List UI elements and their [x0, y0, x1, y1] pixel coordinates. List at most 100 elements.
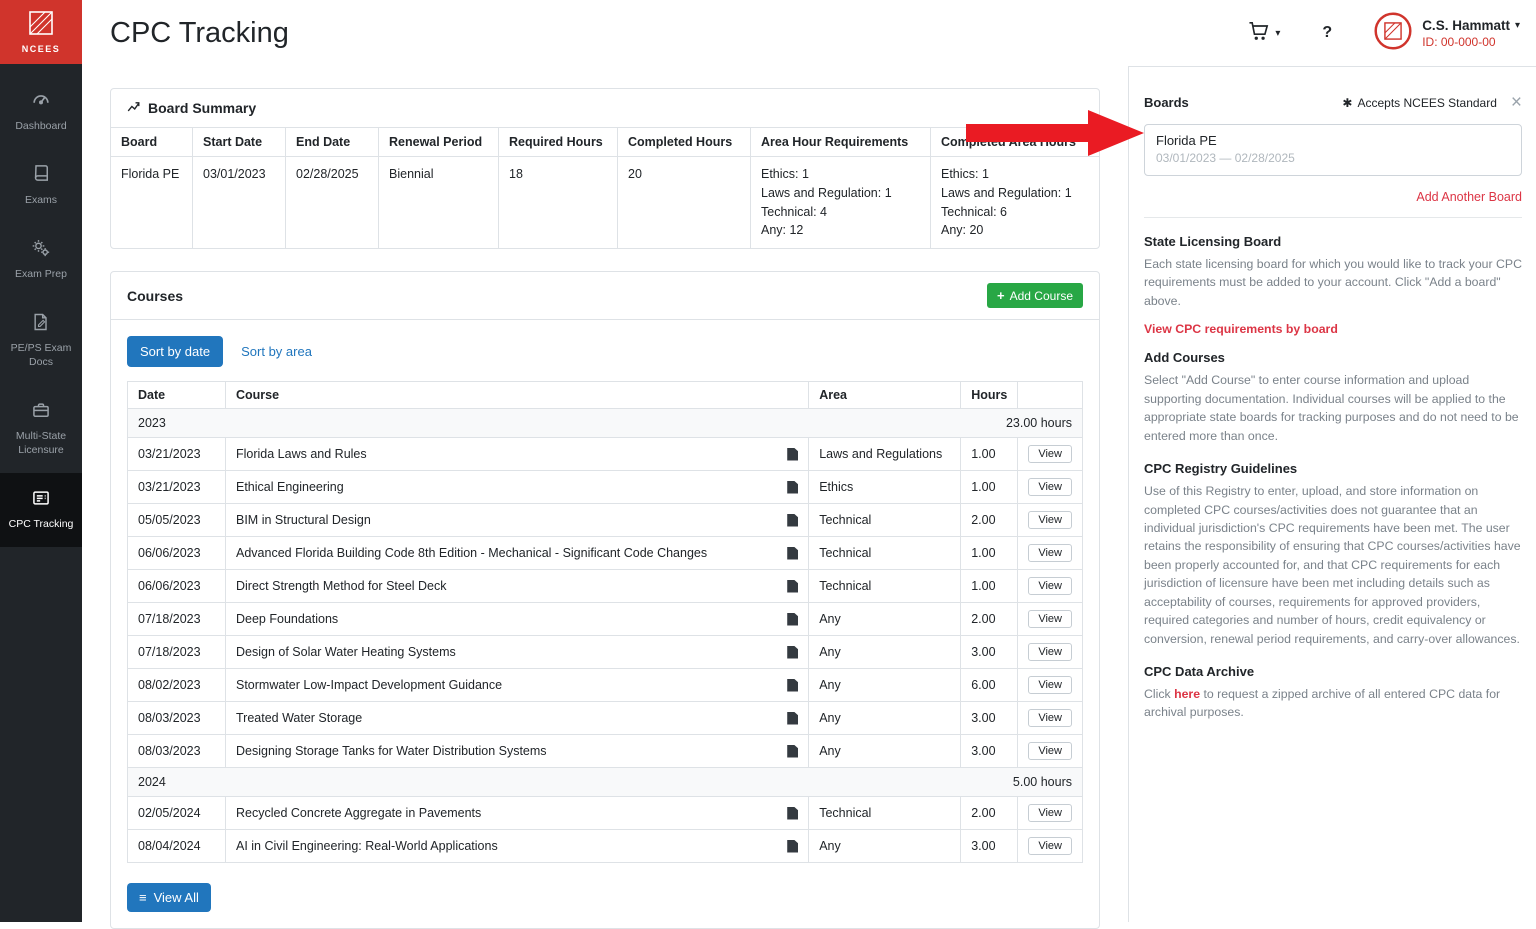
- board-summary-row: Florida PE 03/01/2023 02/28/2025 Biennia…: [111, 157, 1099, 248]
- document-icon: [787, 745, 798, 758]
- table-row: 06/06/2023 Direct Strength Method for St…: [128, 570, 1082, 603]
- boards-panel: Boards ✱ Accepts NCEES Standard × Florid…: [1128, 66, 1536, 922]
- cell-renewal-period: Biennial: [379, 157, 499, 248]
- page-title: CPC Tracking: [110, 17, 289, 50]
- column-header: Board: [111, 128, 193, 157]
- cell-required-hours: 18: [499, 157, 618, 248]
- help-button[interactable]: ?: [1318, 24, 1336, 42]
- cart-button[interactable]: ▾: [1248, 21, 1280, 46]
- briefcase-icon: [31, 400, 51, 425]
- sidebar-item-exams[interactable]: Exams: [0, 148, 82, 222]
- group-total-hours: 5.00 hours: [809, 768, 1082, 797]
- courses-card: Courses + Add Course Sort by date Sort b…: [110, 271, 1100, 929]
- caret-down-icon: ▾: [1275, 28, 1280, 39]
- year-group-row: 2024 5.00 hours: [128, 768, 1082, 797]
- top-header: CPC Tracking ▾ ?: [82, 0, 1536, 66]
- ncees-logo-text: NCEES: [22, 44, 61, 54]
- view-button[interactable]: View: [1028, 544, 1072, 562]
- document-icon: [787, 481, 798, 494]
- document-icon: [787, 712, 798, 725]
- add-another-board-link[interactable]: Add Another Board: [1144, 190, 1522, 204]
- list-icon: ≡: [139, 890, 147, 905]
- close-icon[interactable]: ×: [1511, 93, 1522, 112]
- board-card-florida-pe[interactable]: Florida PE 03/01/2023 — 02/28/2025: [1144, 124, 1522, 176]
- table-row: 07/18/2023 Deep Foundations Any 2.00 Vie…: [128, 603, 1082, 636]
- add-courses-text: Select "Add Course" to enter course info…: [1144, 371, 1522, 445]
- view-button[interactable]: View: [1028, 837, 1072, 855]
- sidebar-item-exam-prep[interactable]: Exam Prep: [0, 223, 82, 297]
- document-icon: [787, 613, 798, 626]
- view-button[interactable]: View: [1028, 709, 1072, 727]
- ncees-emblem-icon: [28, 10, 54, 41]
- view-button[interactable]: View: [1028, 742, 1072, 760]
- cpc-registry-guidelines-text: Use of this Registry to enter, upload, a…: [1144, 482, 1522, 648]
- exam-docs-icon: [31, 312, 51, 337]
- sort-by-area-link[interactable]: Sort by area: [241, 344, 312, 359]
- table-row: 08/03/2023 Designing Storage Tanks for W…: [128, 735, 1082, 768]
- sidebar-item-pe-ps-exam-docs[interactable]: PE/PS Exam Docs: [0, 297, 82, 385]
- board-summary-header: Board Summary: [111, 89, 1099, 128]
- sort-by-date-button[interactable]: Sort by date: [127, 336, 223, 367]
- group-total-hours: 23.00 hours: [809, 409, 1082, 438]
- view-button[interactable]: View: [1028, 643, 1072, 661]
- document-icon: [787, 448, 798, 461]
- archive-here-link[interactable]: here: [1174, 687, 1200, 701]
- view-button[interactable]: View: [1028, 511, 1072, 529]
- table-row: 08/04/2024 AI in Civil Engineering: Real…: [128, 830, 1082, 862]
- view-all-button[interactable]: ≡ View All: [127, 883, 211, 912]
- view-button[interactable]: View: [1028, 445, 1072, 463]
- view-button[interactable]: View: [1028, 804, 1072, 822]
- ncees-logo[interactable]: NCEES: [0, 0, 82, 64]
- sidebar-item-dashboard[interactable]: Dashboard: [0, 74, 82, 148]
- plus-icon: +: [997, 288, 1005, 303]
- group-year: 2024: [128, 768, 809, 797]
- avatar: [1374, 12, 1412, 55]
- column-header: Start Date: [193, 128, 286, 157]
- view-button[interactable]: View: [1028, 676, 1072, 694]
- column-header: Area Hour Requirements: [751, 128, 931, 157]
- caret-down-icon: ▾: [1515, 20, 1520, 31]
- board-summary-title: Board Summary: [148, 100, 256, 116]
- sidebar-item-cpc-tracking[interactable]: CPC Tracking: [0, 473, 82, 547]
- divider: [1144, 217, 1522, 218]
- cpc-data-archive-text: Click here to request a zipped archive o…: [1144, 685, 1522, 722]
- view-button[interactable]: View: [1028, 478, 1072, 496]
- courses-header: Courses + Add Course: [111, 272, 1099, 320]
- state-licensing-board-heading: State Licensing Board: [1144, 234, 1522, 249]
- sidebar-nav: Dashboard Exams Exam Prep: [0, 64, 82, 547]
- table-row: 02/05/2024 Recycled Concrete Aggregate i…: [128, 797, 1082, 830]
- table-row: 03/21/2023 Florida Laws and Rules Laws a…: [128, 438, 1082, 471]
- user-menu[interactable]: C.S. Hammatt ▾ ID: 00-000-00: [1374, 12, 1520, 55]
- user-id: ID: 00-000-00: [1422, 35, 1520, 49]
- sidebar-item-multi-state-licensure[interactable]: Multi-State Licensure: [0, 385, 82, 473]
- courses-title: Courses: [127, 288, 183, 304]
- document-icon: [787, 646, 798, 659]
- column-header: Renewal Period: [379, 128, 499, 157]
- view-button[interactable]: View: [1028, 577, 1072, 595]
- dashboard-icon: [31, 89, 51, 114]
- cell-area-requirements: Ethics: 1 Laws and Regulation: 1 Technic…: [751, 157, 931, 248]
- column-header: Required Hours: [499, 128, 618, 157]
- column-header: Course: [226, 382, 809, 409]
- table-row: 05/05/2023 BIM in Structural Design Tech…: [128, 504, 1082, 537]
- group-year: 2023: [128, 409, 809, 438]
- column-header-empty: [1018, 382, 1082, 409]
- table-row: 06/06/2023 Advanced Florida Building Cod…: [128, 537, 1082, 570]
- table-row: 08/02/2023 Stormwater Low-Impact Develop…: [128, 669, 1082, 702]
- column-header: Hours: [961, 382, 1018, 409]
- cell-completed-area-hours: Ethics: 1 Laws and Regulation: 1 Technic…: [931, 157, 1099, 248]
- column-header: Date: [128, 382, 226, 409]
- boards-panel-title: Boards: [1144, 95, 1189, 110]
- cell-end-date: 02/28/2025: [286, 157, 379, 248]
- cell-completed-hours: 20: [618, 157, 751, 248]
- column-header: Completed Hours: [618, 128, 751, 157]
- table-row: 03/21/2023 Ethical Engineering Ethics 1.…: [128, 471, 1082, 504]
- column-header: End Date: [286, 128, 379, 157]
- document-icon: [787, 679, 798, 692]
- exams-icon: [31, 163, 51, 188]
- year-group-row: 2023 23.00 hours: [128, 409, 1082, 438]
- view-button[interactable]: View: [1028, 610, 1072, 628]
- add-course-button[interactable]: + Add Course: [987, 283, 1083, 308]
- view-cpc-requirements-link[interactable]: View CPC requirements by board: [1144, 322, 1522, 336]
- sidebar: NCEES Dashboard Exams: [0, 0, 82, 922]
